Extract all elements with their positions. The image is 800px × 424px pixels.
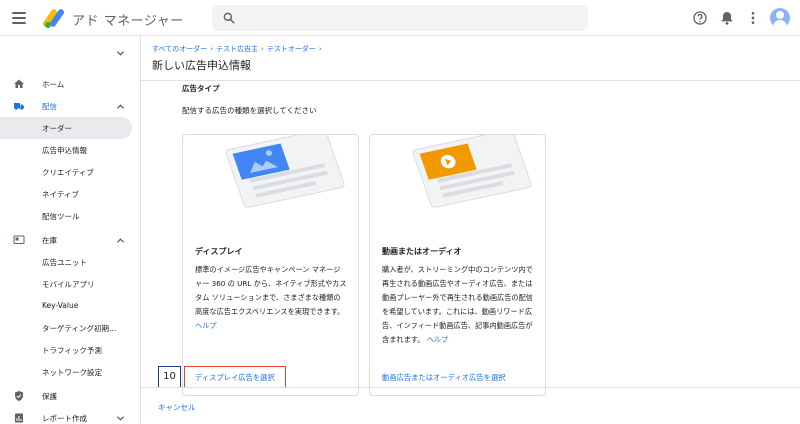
card-description: 購入者が、ストリーミング中のコンテンツ内で再生される動画広告やオーディオ広告、ま… xyxy=(382,263,534,347)
main-content: すべてのオーダー › テスト広告主 › テストオーダー › 新しい広告申込情報 広告タイプ… xyxy=(141,36,800,424)
display-ad-illustration xyxy=(225,135,345,208)
sidebar: ホーム 配信 オーダー 広告申込情報 クリエイティブ ネイティブ 配信ツール 在… xyxy=(0,36,141,424)
sidebar-item-ad-units[interactable]: 広告ユニット xyxy=(0,251,141,273)
help-icon[interactable] xyxy=(692,10,708,26)
shield-icon xyxy=(15,391,23,401)
sidebar-item-label: 配信ツール xyxy=(42,212,80,221)
sidebar-item-label: 在庫 xyxy=(42,236,57,245)
sidebar-item-line-items[interactable]: 広告申込情報 xyxy=(0,139,141,161)
help-link[interactable]: ヘルプ xyxy=(195,321,217,330)
breadcrumb: すべてのオーダー › テスト広告主 › テストオーダー › xyxy=(152,44,325,54)
sidebar-item-orders[interactable]: オーダー xyxy=(0,117,132,139)
app-title: アド マネージャー xyxy=(72,14,184,29)
section-title: 広告タイプ xyxy=(182,84,220,93)
chevron-down-icon xyxy=(116,416,125,421)
card-description-text: 標準のイメージ広告やキャンペーン マネージャー 360 の URL から、ネイテ… xyxy=(195,265,347,316)
select-video-audio-ad-button[interactable]: 動画広告またはオーディオ広告を選択 xyxy=(382,373,506,383)
breadcrumb-link[interactable]: テスト広告主 xyxy=(216,45,258,53)
page-title: 新しい広告申込情報 xyxy=(152,59,251,72)
divider xyxy=(141,80,800,81)
sidebar-item-targeting-presets[interactable]: ターゲティング初期... xyxy=(0,317,141,339)
highlight-box xyxy=(184,366,286,388)
truck-icon xyxy=(14,103,24,110)
sidebar-item-mobile-apps[interactable]: モバイルアプリ xyxy=(0,273,141,295)
sidebar-item-protection[interactable]: 保護 xyxy=(0,385,141,407)
home-icon xyxy=(14,79,24,88)
sidebar-item-label: ターゲティング初期... xyxy=(42,324,117,333)
hamburger-icon[interactable] xyxy=(12,12,26,24)
chevron-down-icon[interactable] xyxy=(116,49,125,58)
ad-type-card-video-audio[interactable]: 動画またはオーディオ 購入者が、ストリーミング中のコンテンツ内で再生される動画広… xyxy=(369,134,546,396)
sidebar-item-label: モバイルアプリ xyxy=(42,280,95,289)
sidebar-item-label: クリエイティブ xyxy=(42,168,94,177)
card-description: 標準のイメージ広告やキャンペーン マネージャー 360 の URL から、ネイテ… xyxy=(195,263,347,333)
sidebar-item-native[interactable]: ネイティブ xyxy=(0,183,141,205)
sidebar-item-delivery[interactable]: 配信 xyxy=(0,95,141,117)
search-input[interactable] xyxy=(212,5,588,31)
sidebar-item-delivery-tools[interactable]: 配信ツール xyxy=(0,205,141,227)
sidebar-item-label: トラフィック予測 xyxy=(42,346,102,355)
breadcrumb-link[interactable]: すべてのオーダー xyxy=(152,45,207,53)
sidebar-item-label: オーダー xyxy=(42,124,72,133)
chevron-up-icon xyxy=(116,238,125,243)
chevron-up-icon xyxy=(116,104,125,109)
sidebar-item-label: 広告申込情報 xyxy=(42,146,87,155)
report-icon xyxy=(15,413,23,423)
sidebar-item-label: Key-Value xyxy=(42,301,79,310)
bell-icon[interactable] xyxy=(719,10,735,26)
sidebar-item-label: ホーム xyxy=(42,80,65,89)
search-icon xyxy=(223,12,235,24)
ad-manager-logo xyxy=(42,9,65,28)
breadcrumb-link[interactable]: テストオーダー xyxy=(267,45,316,53)
inventory-icon xyxy=(13,235,25,244)
sidebar-item-label: 配信 xyxy=(42,102,57,111)
ad-type-card-display[interactable]: ディスプレイ 標準のイメージ広告やキャンペーン マネージャー 360 の URL… xyxy=(182,134,359,396)
sidebar-item-creatives[interactable]: クリエイティブ xyxy=(0,161,141,183)
breadcrumb-separator: › xyxy=(318,45,322,53)
divider xyxy=(141,387,800,388)
sidebar-item-inventory[interactable]: 在庫 xyxy=(0,229,141,251)
video-ad-illustration xyxy=(412,135,532,208)
card-title: ディスプレイ xyxy=(195,247,243,256)
more-vert-icon[interactable] xyxy=(745,10,761,26)
sidebar-item-label: ネイティブ xyxy=(42,190,79,199)
sidebar-item-reports[interactable]: レポート作成 xyxy=(0,407,141,424)
sidebar-item-label: レポート作成 xyxy=(42,414,87,423)
sidebar-item-network-settings[interactable]: ネットワーク設定 xyxy=(0,361,141,383)
card-description-text: 購入者が、ストリーミング中のコンテンツ内で再生される動画広告やオーディオ広告、ま… xyxy=(382,265,533,344)
card-title: 動画またはオーディオ xyxy=(382,247,462,256)
breadcrumb-separator: › xyxy=(261,45,264,53)
breadcrumb-separator: › xyxy=(210,45,214,53)
sidebar-item-label: 広告ユニット xyxy=(42,258,87,267)
top-app-bar: アド マネージャー xyxy=(0,0,800,36)
sidebar-item-home[interactable]: ホーム xyxy=(0,73,141,95)
avatar[interactable] xyxy=(770,8,790,28)
sidebar-item-label: 保護 xyxy=(42,392,57,401)
help-link[interactable]: ヘルプ xyxy=(427,335,449,344)
step-number-badge: 10 xyxy=(158,366,181,388)
section-description: 配信する広告の種類を選択してください xyxy=(182,106,317,115)
sidebar-item-label: ネットワーク設定 xyxy=(42,368,102,377)
cancel-button[interactable]: キャンセル xyxy=(158,402,196,413)
sidebar-item-key-value[interactable]: Key-Value xyxy=(0,295,141,317)
sidebar-item-traffic-forecast[interactable]: トラフィック予測 xyxy=(0,339,141,361)
